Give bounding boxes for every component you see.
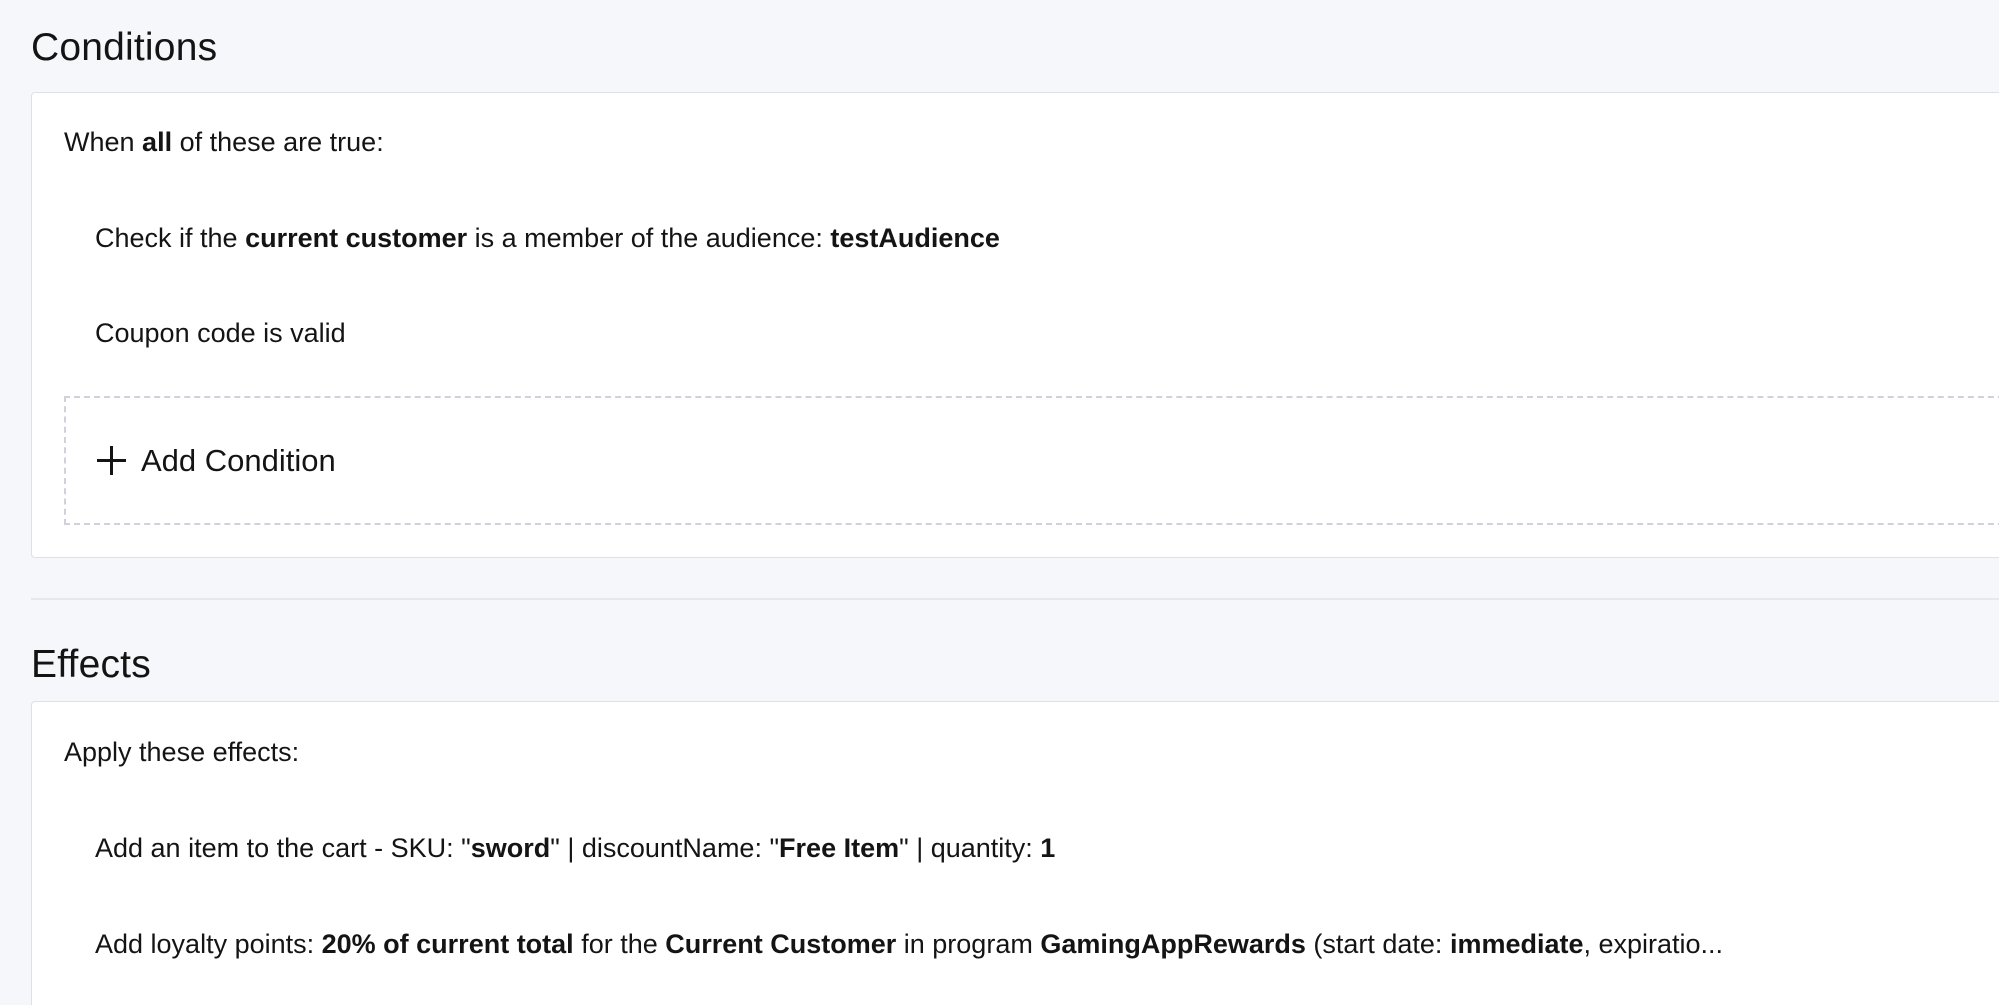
effect-item-value: Free Item	[779, 833, 900, 863]
plus-icon	[97, 446, 126, 475]
add-condition-label: Add Condition	[141, 443, 336, 478]
conditions-header-prefix: When	[64, 127, 143, 157]
effect-item-text: , expiratio...	[1583, 929, 1724, 959]
effect-item-text: (start date:	[1305, 929, 1450, 959]
rule-editor-page: Conditions When all of these are true: C…	[0, 0, 1999, 1005]
add-condition-button[interactable]: Add Condition	[64, 396, 1999, 525]
condition-item-text: Check if the	[95, 223, 246, 253]
condition-item[interactable]: Coupon code is valid	[95, 320, 346, 347]
effect-item-text: Add loyalty points:	[95, 929, 322, 959]
conditions-header-keyword: all	[142, 127, 173, 157]
effect-item-text: Add an item to the cart - SKU: "	[95, 833, 471, 863]
conditions-header-suffix: of these are true:	[172, 127, 384, 157]
conditions-panel: When all of these are true: Check if the…	[31, 92, 1999, 558]
effect-item-value: sword	[470, 833, 551, 863]
effect-item-value: Current Customer	[665, 929, 897, 959]
condition-item-value: testAudience	[830, 223, 1000, 253]
conditions-title: Conditions	[31, 26, 218, 69]
effect-item-text: for the	[573, 929, 666, 959]
effect-item-value: immediate	[1449, 929, 1584, 959]
condition-item-text: Coupon code is valid	[95, 318, 346, 348]
condition-item-text: is a member of the audience:	[467, 223, 831, 253]
section-divider	[31, 598, 1999, 600]
effects-header: Apply these effects:	[64, 737, 300, 767]
effects-title: Effects	[31, 643, 151, 686]
effect-item-text: " | quantity:	[899, 833, 1041, 863]
conditions-header: When all of these are true:	[64, 129, 384, 156]
effect-item-text: in program	[896, 929, 1041, 959]
condition-item[interactable]: Check if the current customer is a membe…	[95, 225, 1000, 252]
condition-item-value: current customer	[245, 223, 468, 253]
effect-item-value: GamingAppRewards	[1040, 929, 1306, 959]
effect-item[interactable]: Add loyalty points: 20% of current total…	[95, 931, 1723, 958]
effect-item-value: 1	[1040, 833, 1056, 863]
effect-item-text: " | discountName: "	[550, 833, 780, 863]
effect-item-value: 20% of current total	[321, 929, 574, 959]
effects-panel: Apply these effects: Add an item to the …	[31, 701, 1999, 1005]
effect-item[interactable]: Add an item to the cart - SKU: "sword" |…	[95, 835, 1055, 862]
